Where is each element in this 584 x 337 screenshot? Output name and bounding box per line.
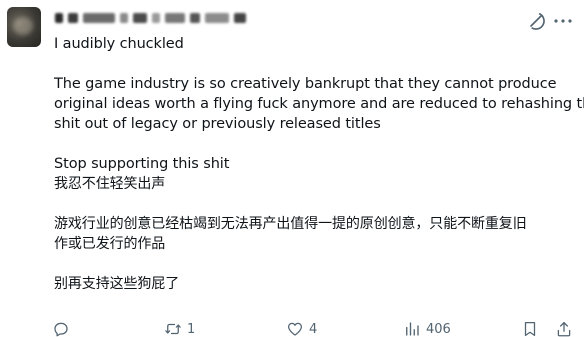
views-button[interactable]: 406	[403, 320, 451, 337]
heart-icon	[287, 322, 303, 336]
share-button[interactable]	[555, 320, 573, 337]
action-bar: 1 4 406	[52, 320, 577, 337]
like-count: 4	[309, 321, 318, 337]
post-line: 我忍不住轻笑出声	[54, 176, 166, 192]
post-line: 别再支持这些狗屁了	[54, 276, 180, 292]
bookmark-button[interactable]	[521, 320, 539, 337]
share-icon	[557, 321, 571, 337]
post[interactable]: I audibly chuckled The game industry is …	[0, 0, 584, 337]
post-line	[54, 54, 576, 74]
like-button[interactable]: 4	[286, 320, 317, 337]
more-options-icon[interactable]	[552, 12, 574, 30]
post-line: 游戏行业的创意已经枯竭到无法再产出值得一提的原创创意，只能不断重复旧	[54, 216, 527, 232]
views-chart-icon	[406, 322, 419, 336]
author-name-redacted[interactable]	[55, 10, 265, 26]
repost-button[interactable]: 1	[164, 320, 195, 337]
post-line: Stop supporting this shit	[54, 156, 230, 172]
post-line: shit out of legacy or previously release…	[54, 116, 381, 132]
reply-button[interactable]	[52, 320, 75, 337]
post-line: The game industry is so creatively bankr…	[54, 76, 557, 92]
reply-icon	[54, 322, 68, 337]
post-line	[54, 194, 576, 214]
bookmark-icon	[524, 321, 536, 337]
repost-count: 1	[187, 321, 196, 337]
post-text: I audibly chuckled The game industry is …	[54, 34, 584, 294]
repost-icon	[165, 323, 181, 335]
views-count: 406	[426, 321, 451, 337]
post-line	[54, 134, 576, 154]
post-line: 作或已发行的作品	[54, 236, 166, 252]
avatar[interactable]	[7, 7, 41, 47]
grok-icon[interactable]	[526, 11, 546, 31]
post-line: I audibly chuckled	[54, 36, 184, 52]
post-line	[54, 254, 576, 274]
post-line: original ideas worth a flying fuck anymo…	[54, 96, 584, 112]
